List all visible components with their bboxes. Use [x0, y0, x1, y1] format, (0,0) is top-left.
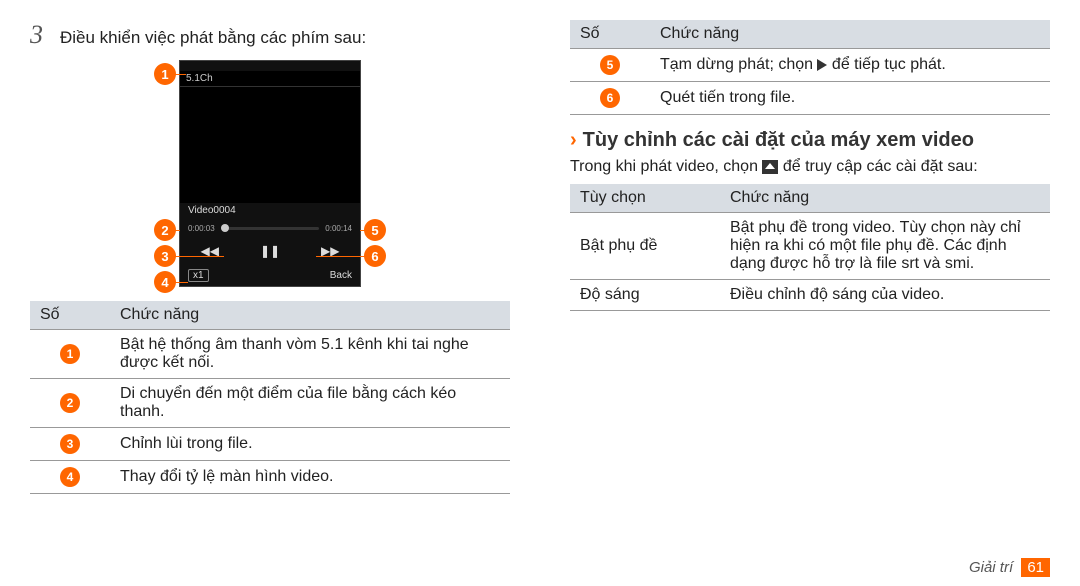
callout-3: 3: [154, 245, 176, 267]
time-elapsed: 0:00:03: [188, 224, 215, 233]
time-remaining: 0:00:14: [325, 224, 352, 233]
func-4: Thay đổi tỷ lệ màn hình video.: [110, 461, 510, 494]
callout-1: 1: [154, 63, 176, 85]
func-2: Di chuyển đến một điểm của file bằng các…: [110, 379, 510, 428]
opt-1-name: Bật phụ đề: [570, 213, 720, 280]
chevron-icon: ›: [570, 129, 577, 152]
opt-2-desc: Điều chỉnh độ sáng của video.: [720, 280, 1050, 311]
func-6: Quét tiến trong file.: [650, 82, 1050, 115]
callout-6: 6: [364, 245, 386, 267]
phone-status-label: 5.1Ch: [180, 71, 360, 87]
func-3: Chỉnh lùi trong file.: [110, 428, 510, 461]
options-table: Tùy chọn Chức năng Bật phụ đềBật phụ đề …: [570, 184, 1050, 311]
step-text: Điều khiển việc phát bằng các phím sau:: [60, 28, 366, 48]
step-number: 3: [30, 20, 60, 50]
page-footer: Giải trí 61: [969, 559, 1050, 576]
functions-table-left: Số Chức năng 1 Bật hệ thống âm thanh vòm …: [30, 301, 510, 494]
col-func-header: Chức năng: [110, 301, 510, 330]
opt-2-name: Độ sáng: [570, 280, 720, 311]
func-5: Tạm dừng phát; chọn để tiếp tục phát.: [650, 49, 1050, 82]
callout-4: 4: [154, 271, 176, 293]
back-button-label: Back: [330, 270, 352, 281]
bullet-4: 4: [60, 467, 80, 487]
bullet-6: 6: [600, 88, 620, 108]
phone-screenshot: 1 2 3 4 5 6 5.1Ch Video0004 0:00:03: [179, 60, 361, 287]
pause-icon: ❚❚: [260, 244, 280, 258]
play-icon: [817, 59, 827, 71]
bullet-5: 5: [600, 55, 620, 75]
func-1: Bật hệ thống âm thanh vòm 5.1 kênh khi t…: [110, 330, 510, 379]
section-body: Trong khi phát video, chọn để truy cập c…: [570, 158, 1050, 176]
col-func-header-r: Chức năng: [650, 20, 1050, 49]
functions-table-right-top: Số Chức năng 5 Tạm dừng phát; chọn để ti…: [570, 20, 1050, 115]
col-num-header: Số: [30, 301, 110, 330]
phone-video-title: Video0004: [180, 203, 360, 218]
col-option-header: Tùy chọn: [570, 184, 720, 213]
scale-badge: x1: [188, 269, 209, 282]
opt-1-desc: Bật phụ đề trong video. Tùy chọn này chỉ…: [720, 213, 1050, 280]
callout-2: 2: [154, 219, 176, 241]
footer-section: Giải trí: [969, 559, 1013, 576]
footer-page: 61: [1021, 558, 1050, 577]
col-num-header-r: Số: [570, 20, 650, 49]
col-func2-header: Chức năng: [720, 184, 1050, 213]
up-icon: [762, 160, 778, 174]
callout-5: 5: [364, 219, 386, 241]
bullet-2: 2: [60, 393, 80, 413]
section-title: Tùy chỉnh các cài đặt của máy xem video: [583, 129, 974, 152]
bullet-3: 3: [60, 434, 80, 454]
bullet-1: 1: [60, 344, 80, 364]
